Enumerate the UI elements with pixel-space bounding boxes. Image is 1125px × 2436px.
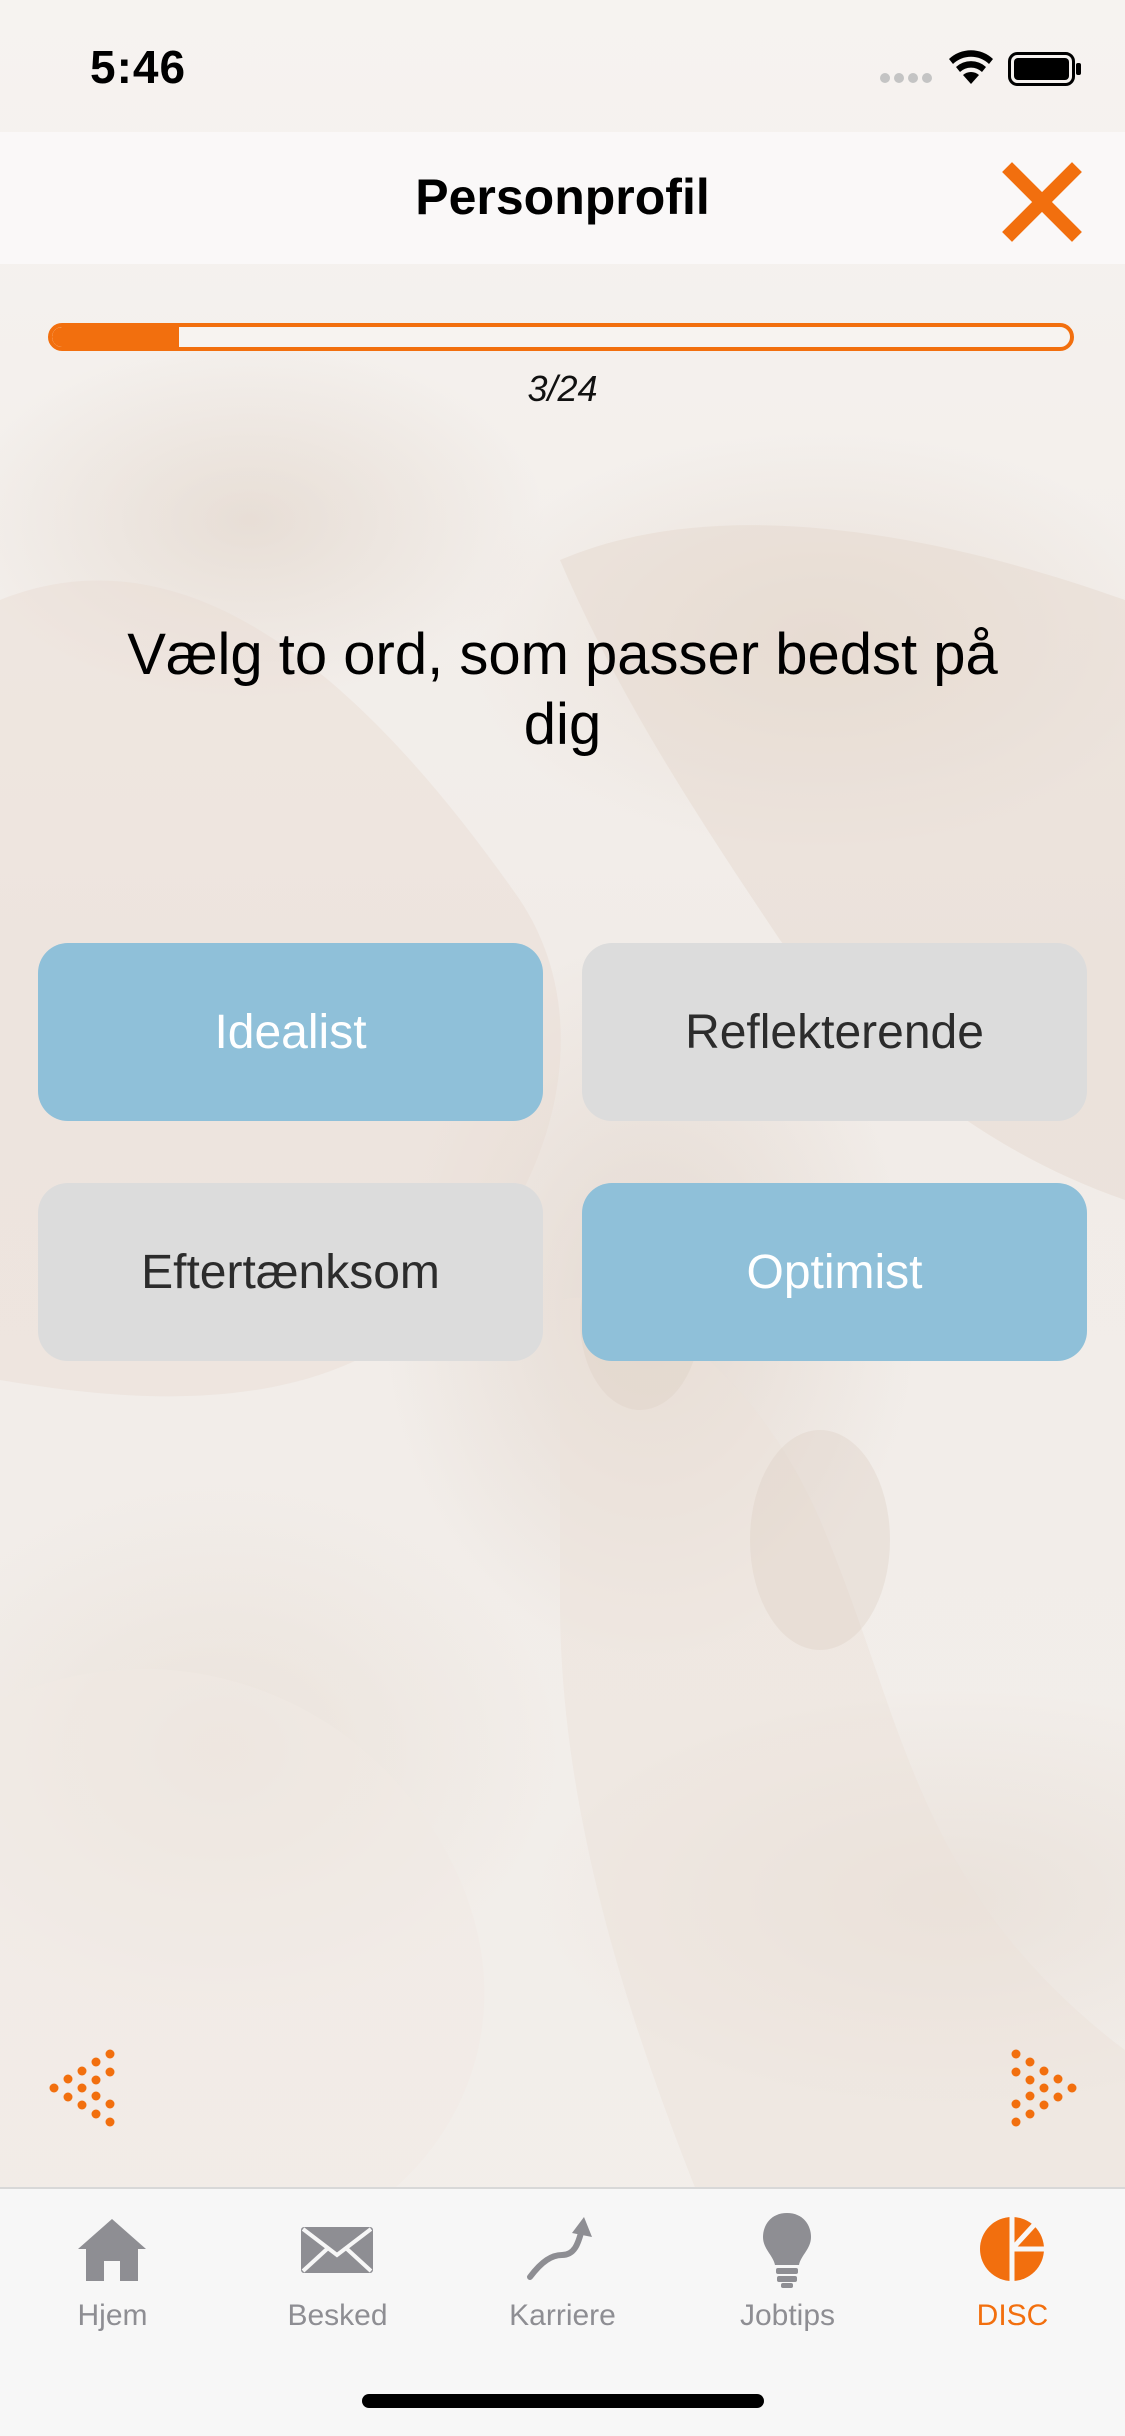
progress-bar	[48, 323, 1074, 351]
close-button[interactable]	[1002, 162, 1082, 242]
disc-pie-icon	[980, 2215, 1046, 2283]
progress-label: 3/24	[527, 368, 598, 409]
question-text: Vælg to ord, som passer bedst på dig	[127, 622, 998, 757]
navigation-bar: Personprofil	[0, 132, 1125, 264]
tab-label: DISC	[976, 2299, 1049, 2332]
answer-option-eftertaenksom[interactable]: Eftertænksom	[38, 1183, 543, 1361]
status-bar: 5:46	[0, 0, 1125, 132]
wifi-icon	[949, 50, 993, 84]
rising-arrow-icon	[527, 2217, 592, 2280]
dotted-arrow-right-icon	[1011, 2049, 1077, 2127]
home-indicator	[362, 2394, 764, 2408]
tab-hjem[interactable]: Hjem	[0, 2189, 225, 2359]
page-title: Personprofil	[415, 169, 710, 225]
dotted-arrow-left-icon	[49, 2049, 115, 2127]
status-time: 5:46	[90, 41, 187, 93]
tab-label: Besked	[287, 2299, 388, 2332]
cellular-signal-icon	[880, 73, 932, 83]
answer-option-idealist[interactable]: Idealist	[38, 943, 543, 1121]
answer-option-reflekterende[interactable]: Reflekterende	[582, 943, 1087, 1121]
house-icon	[78, 2219, 146, 2281]
tab-label: Jobtips	[739, 2299, 836, 2332]
tab-disc[interactable]: DISC	[900, 2189, 1125, 2359]
lightbulb-icon	[763, 2213, 811, 2288]
progress-fill	[52, 327, 180, 347]
tab-label: Hjem	[77, 2299, 148, 2332]
envelope-icon	[301, 2227, 373, 2273]
battery-icon	[1008, 52, 1081, 86]
tab-karriere[interactable]: Karriere	[450, 2189, 675, 2359]
previous-button[interactable]	[44, 2048, 124, 2128]
tab-jobtips[interactable]: Jobtips	[675, 2189, 900, 2359]
tab-label: Karriere	[509, 2299, 616, 2332]
next-button[interactable]	[1002, 2048, 1082, 2128]
tab-besked[interactable]: Besked	[225, 2189, 450, 2359]
answer-option-optimist[interactable]: Optimist	[582, 1183, 1087, 1361]
close-x-icon	[1002, 162, 1082, 242]
